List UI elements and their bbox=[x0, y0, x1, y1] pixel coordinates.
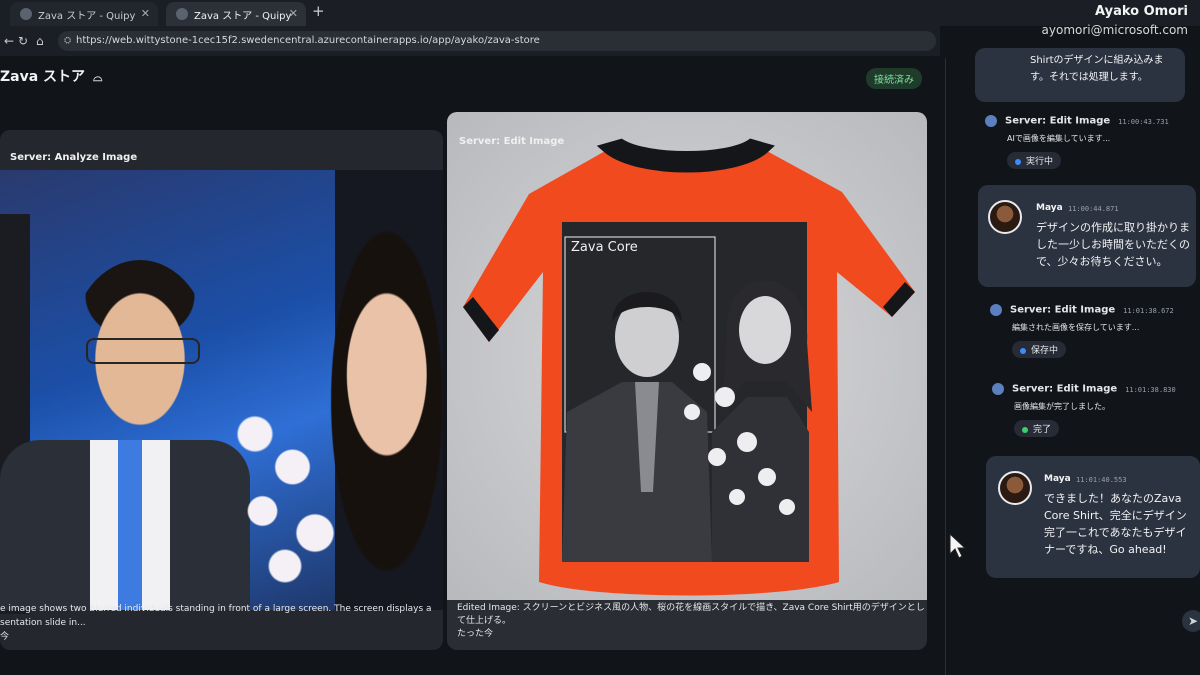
edit-image-card: Server: Edit Image Zava Core Edited Imag… bbox=[447, 112, 927, 650]
avatar bbox=[998, 471, 1032, 505]
shirt-and-tie bbox=[90, 440, 170, 610]
user-email: ayomori@microsoft.com bbox=[1041, 23, 1188, 37]
sender-name: Maya bbox=[1044, 474, 1071, 484]
analyze-image-card: Server: Analyze Image e image shows two … bbox=[0, 130, 443, 650]
message-text: Shirtのデザインに組み込みます。それでは処理します。 bbox=[1030, 55, 1164, 83]
close-icon[interactable]: ✕ bbox=[141, 7, 150, 20]
message-time: 11:01:40.553 bbox=[1076, 476, 1127, 484]
store-title: Zava ストア bbox=[0, 69, 86, 85]
status-badge: 接続済み bbox=[866, 68, 922, 89]
tag-icon bbox=[992, 383, 1004, 395]
close-icon[interactable]: ✕ bbox=[289, 7, 298, 20]
message-text: できました！あなたのZava Core Shirt、完全にデザイン完了一これであ… bbox=[1044, 492, 1187, 556]
panel-divider bbox=[945, 58, 946, 675]
chat-bubble: Maya 11:01:40.553 できました！あなたのZava Core Sh… bbox=[986, 456, 1200, 578]
status-dot bbox=[1020, 347, 1026, 354]
browser-tab-strip: Zava ストア - Quipy ✕ Zava ストア - Quipy ✕ + … bbox=[0, 0, 1200, 37]
chat-bubble: Maya 11:00:44.871 デザインの作成に取り掛かりました一少しお時間… bbox=[978, 185, 1196, 287]
shirt-print-label: Zava Core bbox=[571, 240, 638, 255]
cart-icon[interactable]: ⌓ bbox=[93, 70, 103, 84]
glasses-icon bbox=[86, 338, 200, 364]
flower-bouquet bbox=[210, 390, 360, 610]
caption-time: たった今 bbox=[457, 629, 494, 639]
chat-panel: Shirtのデザインに組み込みます。それでは処理します。 Server: Edi… bbox=[950, 48, 1200, 675]
address-bar[interactable]: ⛭ https://web.wittystone-1cec15f2.sweden… bbox=[58, 31, 936, 51]
chat-bubble: Shirtのデザインに組み込みます。それでは処理します。 bbox=[975, 48, 1185, 102]
status-dot bbox=[1022, 426, 1028, 433]
card-title: Server: Analyze Image bbox=[10, 152, 138, 163]
message-text: デザインの作成に取り掛かりました一少しお時間をいただくので、少々お待ちください。 bbox=[1036, 221, 1190, 268]
edit-caption: Edited Image: スクリーンとビジネス風の人物、桜の花を線画スタイルで… bbox=[457, 603, 925, 639]
user-profile[interactable]: Ayako Omori ayomori@microsoft.com bbox=[1042, 4, 1188, 37]
analysis-caption: e image shows two blurred individuals st… bbox=[0, 604, 432, 642]
home-icon[interactable]: ⌂ bbox=[36, 34, 44, 48]
sketch-woman-face-inner bbox=[739, 296, 791, 364]
analyzed-photo bbox=[0, 170, 443, 614]
back-icon[interactable]: ← bbox=[4, 34, 14, 48]
tool-event: Server: Edit Image 11:01:38.672 編集された画像を保… bbox=[990, 304, 1174, 358]
page-title: Zava ストア ⌓ bbox=[0, 66, 103, 86]
status-pill: 保存中 bbox=[1012, 341, 1067, 358]
browser-tab-active[interactable]: Zava ストア - Quipy ✕ bbox=[166, 2, 306, 26]
card-title: Server: Edit Image bbox=[459, 136, 565, 147]
site-info-icon[interactable]: ⛭ bbox=[64, 31, 71, 51]
status-pill: 完了 bbox=[1014, 420, 1060, 437]
browser-tab[interactable]: Zava ストア - Quipy ✕ bbox=[10, 2, 158, 26]
send-icon[interactable]: ➤ bbox=[1182, 610, 1200, 632]
reload-icon[interactable]: ↻ bbox=[18, 34, 28, 48]
avatar bbox=[988, 200, 1022, 234]
mouse-cursor-icon bbox=[949, 532, 967, 559]
quipy-icon bbox=[176, 8, 188, 20]
user-name: Ayako Omori bbox=[1095, 4, 1188, 19]
tshirt-mockup bbox=[463, 138, 915, 596]
tag-icon bbox=[985, 115, 997, 127]
tag-icon bbox=[990, 304, 1002, 316]
tool-event: Server: Edit Image 11:01:38.830 画像編集が完了しま… bbox=[992, 383, 1176, 437]
new-tab-icon[interactable]: + bbox=[312, 2, 325, 20]
tshirt-collar bbox=[596, 138, 775, 173]
browser-toolbar: ← ↻ ⌂ ⛭ https://web.wittystone-1cec15f2.… bbox=[0, 26, 940, 56]
status-dot bbox=[1015, 158, 1021, 165]
message-time: 11:00:44.871 bbox=[1068, 205, 1119, 213]
caption-time: 今 bbox=[0, 632, 10, 642]
url-text: https://web.wittystone-1cec15f2.swedence… bbox=[76, 35, 540, 46]
quipy-icon bbox=[20, 8, 32, 20]
tab-label: Zava ストア - Quipy bbox=[38, 10, 136, 22]
sender-name: Maya bbox=[1036, 203, 1063, 213]
tool-event: Server: Edit Image 11:00:43.731 AIで画像を編集し… bbox=[985, 115, 1169, 169]
status-pill: 実行中 bbox=[1007, 152, 1062, 169]
tab-label: Zava ストア - Quipy bbox=[194, 10, 292, 22]
